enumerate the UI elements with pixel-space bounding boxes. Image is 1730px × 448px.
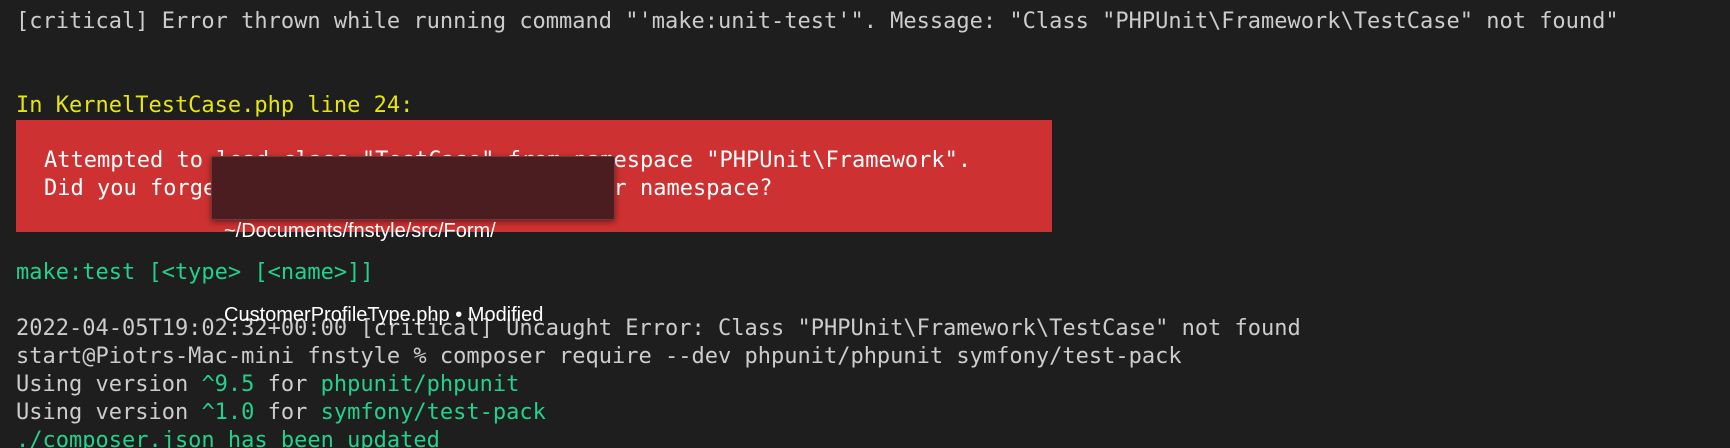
version-prefix: Using version xyxy=(16,372,202,397)
file-tooltip: ~/Documents/fnstyle/src/Form/ CustomerPr… xyxy=(211,156,615,326)
version-middle: for xyxy=(254,400,321,425)
error-location-line: In KernelTestCase.php line 24: xyxy=(16,93,414,118)
version-constraint: ^1.0 xyxy=(201,400,255,425)
log-line: 2022-04-05T19:02:32+00:00 [critical] Unc… xyxy=(16,316,1301,341)
tooltip-file-status: CustomerProfileType.php • Modified xyxy=(224,304,544,326)
critical-error-line: [critical] Error thrown while running co… xyxy=(16,9,1619,34)
version-line: Using version ^1.0 for symfony/test-pack xyxy=(16,399,546,427)
composer-updated-line: ./composer.json has been updated xyxy=(16,428,440,448)
version-prefix: Using version xyxy=(16,400,202,425)
tooltip-path: ~/Documents/fnstyle/src/Form/ xyxy=(224,220,496,242)
package-name: symfony/test-pack xyxy=(320,400,546,425)
terminal-output[interactable]: [critical] Error thrown while running co… xyxy=(0,0,1730,448)
